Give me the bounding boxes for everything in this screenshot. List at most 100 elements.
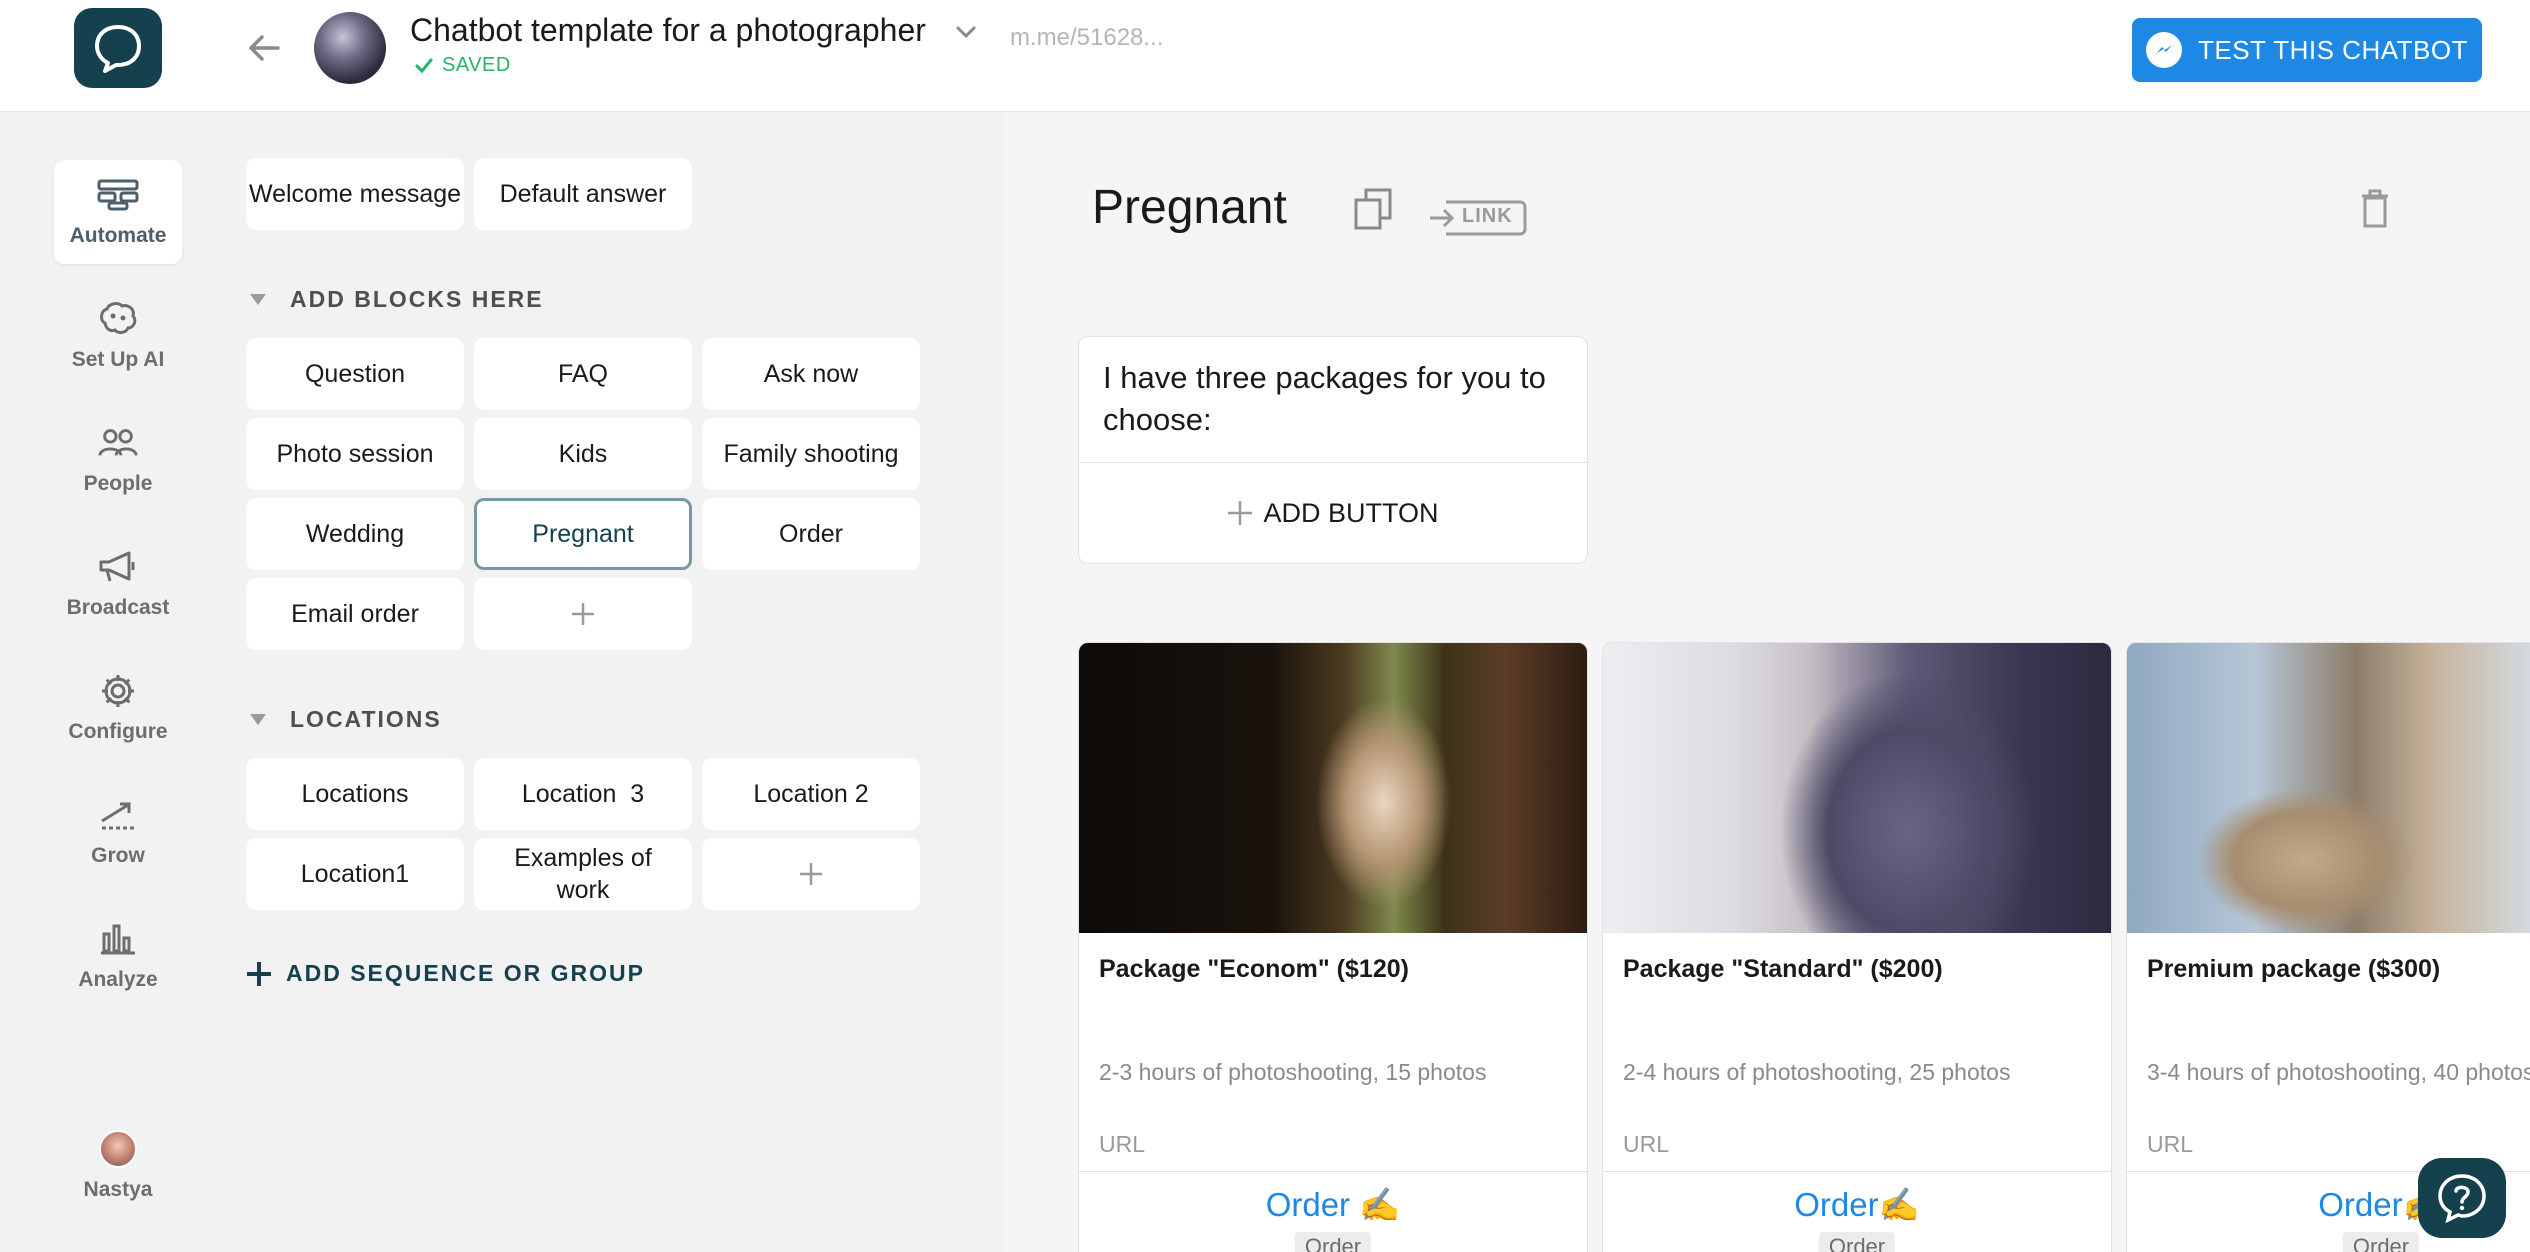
nav-broadcast[interactable]: Broadcast <box>54 532 182 636</box>
block-locations[interactable]: Locations <box>246 758 464 830</box>
gallery-card: Package "Standard" ($200) 2-4 hours of p… <box>1602 642 2112 1252</box>
check-icon <box>415 58 433 73</box>
card-image[interactable] <box>1603 643 2111 933</box>
section-add-blocks[interactable]: ADD BLOCKS HERE <box>250 286 544 313</box>
block-location-2[interactable]: Location 2 <box>702 758 920 830</box>
card-button-target: Order <box>2342 1232 2420 1252</box>
collapse-triangle-icon <box>250 714 266 725</box>
top-bar: Chatbot template for a photographer SAVE… <box>0 0 2530 112</box>
card-button[interactable]: Order✍️ Order <box>1603 1171 2111 1252</box>
test-chatbot-button[interactable]: TEST THIS CHATBOT <box>2132 18 2482 82</box>
nav-label: Automate <box>69 224 167 247</box>
growth-arrow-icon <box>97 794 139 836</box>
plus-icon <box>247 961 271 986</box>
block-photo-session[interactable]: Photo session <box>246 418 464 490</box>
block-order[interactable]: Order <box>702 498 920 570</box>
megaphone-icon <box>97 546 139 588</box>
card-button-label[interactable]: Order✍️ <box>1603 1186 2111 1225</box>
gallery-card: Package "Econom" ($120) 2-3 hours of pho… <box>1078 642 1588 1252</box>
card-title[interactable]: Package "Standard" ($200) <box>1623 955 1943 984</box>
card-button[interactable]: Order ✍️ Order <box>1079 1171 1587 1252</box>
nav-grow[interactable]: Grow <box>54 780 182 884</box>
block-welcome-message[interactable]: Welcome message <box>246 158 464 230</box>
blocks-panel: Welcome message Default answer ADD BLOCK… <box>236 112 1006 1252</box>
left-nav: Automate Set Up AI People Broadcast Conf… <box>0 112 236 1252</box>
add-button[interactable]: ADD BUTTON <box>1079 463 1587 563</box>
add-location-block-button[interactable] <box>702 838 920 910</box>
block-kids[interactable]: Kids <box>474 418 692 490</box>
text-message-card: I have three packages for you to choose:… <box>1078 336 1588 564</box>
card-url[interactable]: URL <box>1623 1131 1669 1158</box>
card-title[interactable]: Premium package ($300) <box>2147 955 2440 984</box>
block-ask-now[interactable]: Ask now <box>702 338 920 410</box>
card-image[interactable] <box>2127 643 2530 933</box>
ai-brain-icon <box>97 298 139 340</box>
nav-label: Analyze <box>78 968 158 991</box>
nav-automate[interactable]: Automate <box>54 160 182 264</box>
nav-label: People <box>83 472 153 495</box>
user-profile[interactable]: Nastya <box>54 1120 182 1230</box>
help-button[interactable] <box>2418 1158 2506 1238</box>
card-subtitle[interactable]: 2-4 hours of photoshooting, 25 photos <box>1623 1059 2010 1086</box>
section-title-label: ADD BLOCKS HERE <box>290 286 544 312</box>
app-logo[interactable] <box>74 8 162 88</box>
test-chatbot-label: TEST THIS CHATBOT <box>2198 34 2468 65</box>
user-name: Nastya <box>83 1178 153 1201</box>
chevron-down-icon[interactable] <box>952 18 980 46</box>
nav-label: Broadcast <box>66 596 170 619</box>
block-email-order[interactable]: Email order <box>246 578 464 650</box>
add-sequence-label: ADD SEQUENCE OR GROUP <box>286 960 645 986</box>
nav-label: Configure <box>68 720 168 743</box>
chat-bubble-logo-icon <box>95 25 141 73</box>
bot-title[interactable]: Chatbot template for a photographer <box>410 12 926 49</box>
copy-icon[interactable] <box>1354 188 1392 230</box>
nav-people[interactable]: People <box>54 408 182 512</box>
trash-icon[interactable] <box>2360 188 2390 228</box>
saved-status: SAVED <box>414 54 511 77</box>
block-family-shooting[interactable]: Family shooting <box>702 418 920 490</box>
people-icon <box>97 422 139 464</box>
block-faq[interactable]: FAQ <box>474 338 692 410</box>
card-subtitle[interactable]: 3-4 hours of photoshooting, 40 photos <box>2147 1059 2530 1086</box>
card-url[interactable]: URL <box>2147 1131 2193 1158</box>
block-location1[interactable]: Location1 <box>246 838 464 910</box>
nav-analyze[interactable]: Analyze <box>54 904 182 1008</box>
add-sequence-button[interactable]: ADD SEQUENCE OR GROUP <box>246 960 645 987</box>
gear-icon <box>97 670 139 712</box>
saved-label: SAVED <box>442 54 511 76</box>
plus-icon <box>572 603 594 625</box>
link-badge[interactable]: LINK <box>1428 196 1528 236</box>
card-image[interactable] <box>1079 643 1587 933</box>
add-button-label: ADD BUTTON <box>1263 497 1439 528</box>
plus-icon <box>1228 501 1253 525</box>
block-default-answer[interactable]: Default answer <box>474 158 692 230</box>
avatar <box>99 1130 137 1168</box>
card-button-target: Order <box>1818 1232 1896 1252</box>
text-message[interactable]: I have three packages for you to choose: <box>1079 337 1587 463</box>
card-subtitle[interactable]: 2-3 hours of photoshooting, 15 photos <box>1099 1059 1486 1086</box>
block-question[interactable]: Question <box>246 338 464 410</box>
add-block-button[interactable] <box>474 578 692 650</box>
messenger-icon <box>2146 32 2182 68</box>
bar-chart-icon <box>97 918 139 960</box>
link-label: LINK <box>1462 205 1513 227</box>
block-wedding[interactable]: Wedding <box>246 498 464 570</box>
collapse-triangle-icon <box>250 294 266 305</box>
card-button-target: Order <box>1294 1232 1372 1252</box>
bot-link[interactable]: m.me/51628... <box>1010 24 1163 52</box>
back-arrow-icon[interactable] <box>244 28 284 68</box>
block-title[interactable]: Pregnant <box>1092 180 1287 235</box>
card-url[interactable]: URL <box>1099 1131 1145 1158</box>
section-title-label: LOCATIONS <box>290 706 442 732</box>
plus-icon <box>800 863 822 885</box>
block-location-3[interactable]: Location 3 <box>474 758 692 830</box>
block-examples-of-work[interactable]: Examples of work <box>474 838 692 910</box>
nav-configure[interactable]: Configure <box>54 656 182 760</box>
nav-label: Set Up AI <box>71 348 165 371</box>
card-title[interactable]: Package "Econom" ($120) <box>1099 955 1409 984</box>
nav-setup-ai[interactable]: Set Up AI <box>54 284 182 388</box>
block-pregnant[interactable]: Pregnant <box>474 498 692 570</box>
automate-icon <box>97 174 139 216</box>
section-locations[interactable]: LOCATIONS <box>250 706 442 733</box>
card-button-label[interactable]: Order ✍️ <box>1079 1186 1587 1225</box>
